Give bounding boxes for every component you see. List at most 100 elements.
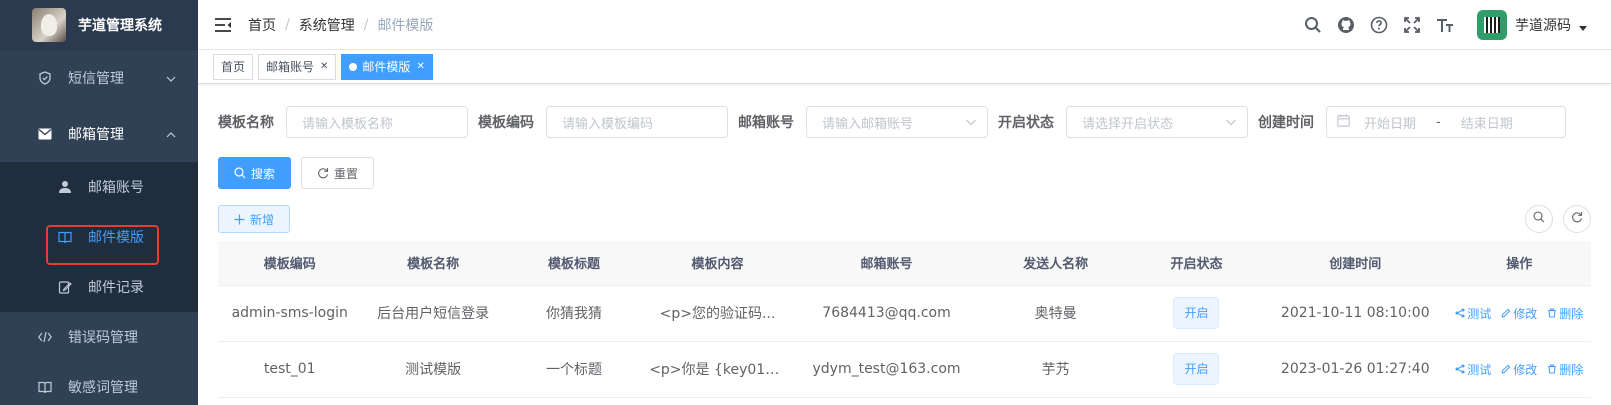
content: 模板名称 请输入模板名称 模板编码 请输入模板编码 邮箱账号 请输入邮箱账号 开… — [198, 84, 1611, 398]
refresh-button[interactable] — [1563, 205, 1591, 233]
help-icon[interactable] — [1362, 0, 1395, 50]
add-button[interactable]: 新增 — [218, 205, 291, 233]
cell-code: admin-sms-login — [218, 285, 362, 342]
column-header: 创建时间 — [1263, 241, 1448, 286]
chevron-down-icon — [1225, 116, 1237, 132]
template-table: 模板编码 模板名称 模板标题 模板内容 邮箱账号 发送人名称 开启状态 创建时间… — [218, 241, 1591, 398]
font-size-icon[interactable] — [1428, 0, 1461, 50]
main-area: 首页 / 系统管理 / 邮件模版 芋道源码 首页 邮箱账号 ✕ 邮件模版 ✕ 模… — [198, 0, 1611, 405]
date-separator: - — [1436, 114, 1441, 130]
column-header: 开启状态 — [1129, 241, 1264, 286]
edit-button[interactable]: 修改 — [1501, 305, 1537, 322]
column-header: 模板名称 — [361, 241, 505, 286]
form-label: 开启状态 — [998, 115, 1054, 131]
template-name-input[interactable]: 请输入模板名称 — [286, 106, 468, 138]
chevron-down-icon — [965, 116, 977, 132]
avatar — [1477, 10, 1507, 40]
sidebar-item-mail-template[interactable]: 邮件模版 — [0, 212, 198, 262]
action-label: 修改 — [1513, 362, 1538, 377]
input-placeholder: 请输入模板名称 — [302, 116, 394, 132]
date-range-picker[interactable]: 开始日期 - 结束日期 — [1326, 106, 1566, 138]
form-label: 邮箱账号 — [738, 115, 794, 131]
breadcrumb-home[interactable]: 首页 — [248, 15, 276, 35]
sidebar-item-label: 邮件记录 — [88, 280, 144, 296]
search-form: 模板名称 请输入模板名称 模板编码 请输入模板编码 邮箱账号 请输入邮箱账号 开… — [218, 106, 1591, 138]
test-button[interactable]: 测试 — [1455, 305, 1491, 322]
toggle-search-button[interactable] — [1525, 205, 1553, 233]
username: 芋道源码 — [1515, 18, 1571, 34]
tag-mail-account[interactable]: 邮箱账号 ✕ — [258, 53, 337, 80]
end-date-input[interactable]: 结束日期 — [1447, 113, 1527, 132]
start-date-input[interactable]: 开始日期 — [1350, 113, 1430, 132]
close-icon[interactable]: ✕ — [320, 55, 328, 79]
cell-status: 开启 — [1129, 285, 1264, 342]
form-label: 模板名称 — [218, 115, 274, 131]
edit-icon — [58, 280, 72, 294]
cell-sender: 芋艿 — [981, 341, 1130, 398]
button-label: 搜索 — [251, 166, 276, 181]
sidebar-item-label: 邮箱账号 — [88, 180, 144, 196]
status-select[interactable]: 请选择开启状态 — [1066, 106, 1248, 138]
trash-icon — [1548, 308, 1557, 318]
sidebar-item-label: 敏感词管理 — [68, 380, 138, 396]
shield-icon — [38, 71, 52, 85]
sidebar-item-sensitive-word[interactable]: 敏感词管理 — [0, 362, 198, 405]
cell-account: 7684413@qq.com — [791, 285, 982, 342]
refresh-icon — [317, 167, 329, 179]
mail-icon — [38, 127, 52, 141]
form-item-template-name: 模板名称 请输入模板名称 — [218, 106, 468, 138]
table-row: admin-sms-login 后台用户短信登录 你猜我猜 <p>您的验证码..… — [218, 285, 1591, 342]
refresh-icon — [1571, 211, 1583, 227]
action-label: 删除 — [1559, 306, 1584, 321]
sidebar-item-error-code[interactable]: 错误码管理 — [0, 312, 198, 362]
template-code-input[interactable]: 请输入模板编码 — [546, 106, 728, 138]
edit-button[interactable]: 修改 — [1501, 361, 1537, 378]
search-icon — [234, 167, 246, 179]
cell-actions: 测试 修改 删除 — [1447, 341, 1591, 398]
status-badge: 开启 — [1173, 353, 1220, 385]
form-item-status: 开启状态 请选择开启状态 — [998, 106, 1248, 138]
delete-button[interactable]: 删除 — [1547, 305, 1583, 322]
user-menu[interactable]: 芋道源码 — [1477, 10, 1587, 40]
mail-account-select[interactable]: 请输入邮箱账号 — [806, 106, 988, 138]
chevron-up-icon — [166, 128, 176, 144]
right-toolbar — [1515, 205, 1591, 233]
tag-home[interactable]: 首页 — [213, 53, 254, 80]
sidebar-item-mail-account[interactable]: 邮箱账号 — [0, 162, 198, 212]
book-icon — [58, 230, 72, 244]
sidebar-item-mail[interactable]: 邮箱管理 — [0, 106, 198, 162]
delete-button[interactable]: 删除 — [1547, 361, 1583, 378]
fullscreen-icon[interactable] — [1395, 0, 1428, 50]
breadcrumb-system[interactable]: 系统管理 — [299, 15, 355, 35]
column-header: 模板标题 — [504, 241, 644, 286]
sidebar-item-sms[interactable]: 短信管理 — [0, 50, 198, 106]
tag-mail-template[interactable]: 邮件模版 ✕ — [341, 53, 433, 80]
cell-code: test_01 — [218, 341, 362, 398]
column-header: 模板编码 — [218, 241, 362, 286]
reset-button[interactable]: 重置 — [301, 157, 375, 189]
close-icon[interactable]: ✕ — [416, 55, 424, 79]
form-label: 模板编码 — [478, 115, 534, 131]
test-button[interactable]: 测试 — [1455, 361, 1491, 378]
logo[interactable]: 芋道管理系统 — [0, 0, 198, 50]
sidebar-item-mail-log[interactable]: 邮件记录 — [0, 262, 198, 312]
github-icon[interactable] — [1329, 0, 1362, 50]
active-dot-icon — [349, 62, 358, 71]
cell-name: 后台用户短信登录 — [361, 285, 505, 342]
input-placeholder: 请选择开启状态 — [1082, 116, 1174, 132]
caret-down-icon — [1579, 20, 1587, 36]
search-button[interactable]: 搜索 — [218, 157, 292, 189]
search-icon[interactable] — [1296, 0, 1329, 50]
sidebar-item-label: 邮箱管理 — [68, 127, 124, 143]
code-icon — [38, 330, 52, 344]
tag-label: 首页 — [221, 59, 246, 74]
sidebar-item-label: 错误码管理 — [68, 330, 138, 346]
breadcrumb-current: 邮件模版 — [377, 17, 434, 34]
action-label: 修改 — [1513, 306, 1538, 321]
input-placeholder: 请输入模板编码 — [562, 116, 654, 132]
submenu-mail: 邮箱账号 邮件模版 邮件记录 — [0, 162, 198, 312]
hamburger-icon[interactable] — [198, 0, 248, 50]
sidebar-item-label: 邮件模版 — [88, 230, 144, 246]
book-icon — [38, 380, 52, 394]
cell-title: 你猜我猜 — [504, 285, 644, 342]
